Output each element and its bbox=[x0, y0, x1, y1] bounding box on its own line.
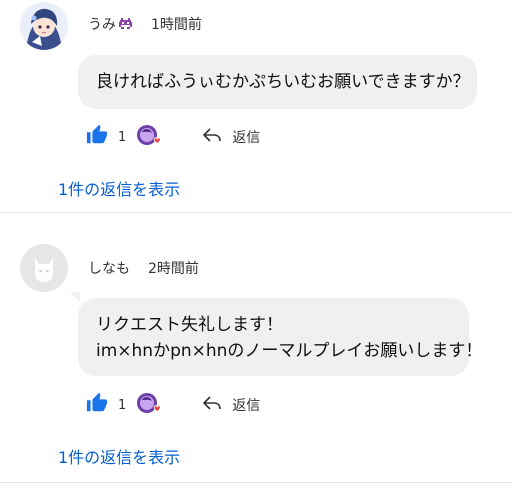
comment-text-bubble: リクエスト失礼します！ im×hnかpn×hnのノーマルプレイお願いします！ bbox=[78, 298, 483, 376]
comment-actions: 1 返信 bbox=[86, 390, 260, 420]
comment-actions: 1 返信 bbox=[86, 122, 260, 152]
reply-arrow-icon bbox=[202, 394, 222, 416]
show-replies-link[interactable]: 1件の返信を表示 bbox=[58, 176, 180, 200]
author-name[interactable]: しなも bbox=[88, 261, 130, 277]
like-button[interactable]: 1 bbox=[86, 124, 126, 150]
comment-text-bubble: 良ければふうぃむかぷちいむお願いできますか？ bbox=[78, 55, 477, 109]
comment-text-line: im×hnかpn×hnのノーマルプレイお願いします！ bbox=[96, 341, 483, 361]
creator-heart-badge bbox=[136, 392, 162, 418]
thumbs-up-icon bbox=[86, 124, 108, 150]
comment-text-line: 良ければふうぃむかぷちいむお願いできますか？ bbox=[96, 72, 470, 92]
creator-heart-badge bbox=[136, 124, 162, 150]
reply-arrow-icon bbox=[202, 126, 222, 148]
comment-text-line: リクエスト失礼します！ bbox=[96, 315, 283, 335]
avatar[interactable] bbox=[20, 244, 68, 292]
avatar[interactable] bbox=[20, 2, 68, 50]
reply-label: 返信 bbox=[232, 398, 261, 414]
comment-thread: しなも 2時間前 リクエスト失礼します！ im×hnかpn×hnのノーマルプレイお… bbox=[0, 216, 512, 482]
divider bbox=[0, 482, 512, 483]
comment-meta: うみ 1時間前 bbox=[88, 16, 202, 36]
divider bbox=[0, 212, 512, 213]
reply-label: 返信 bbox=[232, 130, 261, 146]
like-button[interactable]: 1 bbox=[86, 392, 126, 418]
comment-thread: うみ 1時間前 良ければふうぃむかぷちいむお願いできますか？ 1 返信 1件の返… bbox=[0, 0, 512, 212]
alien-monster-icon bbox=[118, 17, 133, 36]
author-name[interactable]: うみ bbox=[88, 17, 116, 33]
comment-meta: しなも 2時間前 bbox=[88, 260, 199, 278]
show-replies-link[interactable]: 1件の返信を表示 bbox=[58, 444, 180, 468]
reply-button[interactable]: 返信 bbox=[202, 126, 260, 148]
thumbs-up-icon bbox=[86, 392, 108, 418]
bubble-tail bbox=[70, 292, 80, 302]
like-count: 1 bbox=[118, 397, 127, 413]
reply-button[interactable]: 返信 bbox=[202, 394, 260, 416]
like-count: 1 bbox=[118, 129, 127, 145]
comment-time: 2時間前 bbox=[148, 261, 199, 277]
comment-time: 1時間前 bbox=[151, 17, 202, 33]
